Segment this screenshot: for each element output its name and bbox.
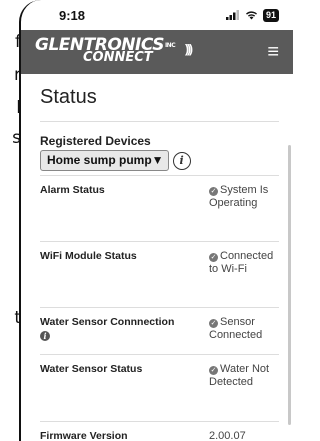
- status-row-firmware: Firmware Version 2.00.07: [40, 421, 279, 441]
- clock: 9:18: [59, 7, 86, 23]
- status-row-water-sensor-status: Water Sensor Status ✓ Water Not Detected: [40, 354, 279, 421]
- title-divider: [40, 121, 279, 122]
- status-row-water-sensor-connection: Water Sensor Connnection i ✓ Sensor Connec…: [40, 307, 279, 354]
- status-label: Water Sensor Status: [40, 363, 143, 375]
- hamburger-menu-icon[interactable]: ≡: [267, 42, 279, 62]
- status-bar: 9:18 91: [21, 0, 293, 30]
- status-list: Alarm Status ✓ System Is Operating WiFi M…: [40, 175, 279, 441]
- status-icons: 91: [225, 8, 279, 22]
- status-value: ✓ Connected to Wi-Fi: [209, 250, 274, 275]
- device-select[interactable]: Home sump pump▼: [40, 150, 169, 171]
- info-icon[interactable]: i: [40, 331, 50, 341]
- logo-waves-icon: ))): [185, 42, 193, 56]
- logo-inc: INC: [164, 42, 176, 49]
- check-icon: ✓: [209, 187, 218, 196]
- status-value: 2.00.07: [209, 430, 246, 441]
- battery-icon: 91: [262, 8, 279, 22]
- status-value: ✓ Water Not Detected: [209, 363, 270, 388]
- phone-screen: 9:18 91 GLENTRONICSINC CONNECT ))) ≡ Sta…: [19, 0, 293, 441]
- glentronics-logo[interactable]: GLENTRONICSINC CONNECT ))): [35, 34, 205, 70]
- signal-icon: [225, 10, 239, 20]
- main-content: Status Registered Devices Home sump pump…: [21, 86, 293, 441]
- check-icon: ✓: [209, 253, 218, 262]
- status-row-alarm: Alarm Status ✓ System Is Operating: [40, 175, 279, 241]
- check-icon: ✓: [209, 319, 218, 328]
- registered-devices-label: Registered Devices: [40, 134, 151, 148]
- status-row-wifi: WiFi Module Status ✓ Connected to Wi-Fi: [40, 241, 279, 307]
- status-label: Water Sensor Connnection i: [40, 316, 175, 341]
- scrollbar[interactable]: [288, 145, 291, 425]
- device-selector-row: Home sump pump▼ i: [40, 150, 279, 171]
- page-title: Status: [40, 86, 97, 108]
- wifi-icon: [245, 11, 257, 20]
- status-value: ✓ Sensor Connected: [209, 316, 263, 341]
- status-label: WiFi Module Status: [40, 250, 137, 262]
- status-label: Firmware Version: [40, 430, 128, 441]
- check-icon: ✓: [209, 366, 218, 375]
- status-label: Alarm Status: [40, 184, 105, 196]
- app-header: GLENTRONICSINC CONNECT ))) ≡: [21, 30, 293, 74]
- status-value: ✓ System Is Operating: [209, 184, 269, 209]
- logo-line2: CONNECT: [83, 50, 153, 65]
- info-icon[interactable]: i: [172, 151, 191, 170]
